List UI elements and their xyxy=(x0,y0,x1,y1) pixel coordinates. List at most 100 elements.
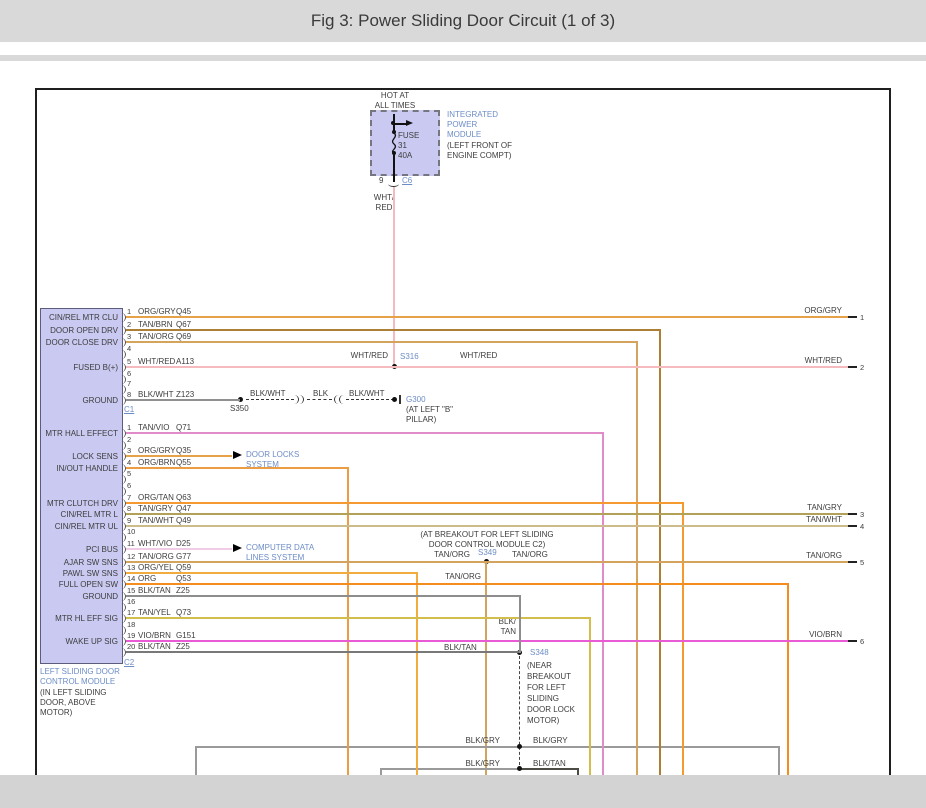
hot-at-all-times-label: HOT AT ALL TIMES xyxy=(374,91,416,110)
page-title: Fig 3: Power Sliding Door Circuit (1 of … xyxy=(310,11,616,30)
right-pin-1-wire-label: ORG/GRY xyxy=(804,306,842,315)
right-pin-3-wire-label: TAN/GRY xyxy=(807,503,842,512)
right-pin-1-tick xyxy=(848,316,857,318)
s349-right-wire-label: TAN/ORG xyxy=(512,550,548,559)
wire-c2-pin-20 xyxy=(126,651,520,653)
right-pin-6-tick xyxy=(848,640,857,642)
right-pin-5-tick xyxy=(848,561,857,563)
fuse-node-dot-bottom xyxy=(392,151,396,155)
wire-c2-pin-12 xyxy=(126,561,848,563)
c2-pin-7-function-label: MTR CLUTCH DRV xyxy=(47,499,118,508)
right-pin-2-wire-label: WHT/RED xyxy=(804,356,842,365)
c2-pin-15-function-label: GROUND xyxy=(82,592,118,601)
s348-splice-label: S348 xyxy=(530,648,549,657)
fuse-line-bottom xyxy=(393,154,395,177)
fuse-label: FUSE 31 40A xyxy=(398,131,420,160)
bottom-junction-dot-2 xyxy=(517,766,522,771)
c2-pin-16-number: 16 xyxy=(127,597,136,606)
ipm-wire-color-label: WHT/ RED xyxy=(373,193,395,212)
wire-c2-pin-1 xyxy=(126,432,604,434)
bottom-row2-left-label: BLK/GRY xyxy=(465,759,500,768)
right-pin-2-tick xyxy=(848,366,857,368)
right-pin-2-number: 2 xyxy=(860,363,865,372)
c1-connector-link[interactable]: C1 xyxy=(124,405,134,415)
ground-wire-dashed-1 xyxy=(246,399,294,400)
c1-pin-3-function-label: DOOR CLOSE DRV xyxy=(45,338,118,347)
c2-pin-bracket-icon xyxy=(120,487,126,496)
wire-c2-pin-7-vertical xyxy=(682,502,684,775)
c1-pin-bracket-icon xyxy=(120,350,126,359)
c2-pin-17-function-label: MTR HL EFF SIG xyxy=(55,614,118,623)
feed-arrow-head-icon xyxy=(406,120,413,126)
ipm-location-label: (LEFT FRONT OF ENGINE COMPT) xyxy=(447,141,513,160)
g300-location-label: (AT LEFT "B" PILLAR) xyxy=(406,405,454,424)
c2-pin-11-function-label: PCI BUS xyxy=(85,545,118,554)
door_locks-arrow-icon xyxy=(233,451,242,459)
s349-splice-label: S349 xyxy=(478,548,497,557)
c1-pin-2-function-label: DOOR OPEN DRV xyxy=(50,326,118,335)
s350-splice-label: S350 xyxy=(230,404,249,413)
c2-pin-8-function-label: CIN/REL MTR L xyxy=(60,510,119,519)
c1-pin-6-number: 6 xyxy=(127,369,132,378)
module-name-label: LEFT SLIDING DOOR CONTROL MODULE xyxy=(40,667,120,686)
c2-pin-9-function-label: CIN/REL MTR UL xyxy=(54,522,118,531)
ipm-name-label: INTEGRATED POWER MODULE xyxy=(447,110,498,139)
c1-pin-bracket-icon xyxy=(120,385,126,394)
ground-wire-dashed-2 xyxy=(307,399,332,400)
c2-connector-link[interactable]: C2 xyxy=(124,658,134,668)
bottom-margin xyxy=(0,775,926,808)
c2-pin-18-number: 18 xyxy=(127,620,136,629)
wire-blk-gry-1-stub-left xyxy=(195,746,197,775)
wire-c2-pin-14-vertical xyxy=(787,583,789,775)
bottom-row2-right-label: BLK/TAN xyxy=(533,759,566,768)
wire-c2-pin-11 xyxy=(126,548,232,550)
g300-ground-label: G300 xyxy=(406,395,426,404)
s316-left-wire-label: WHT/RED xyxy=(350,351,388,360)
wire-blk-gry-1-stub-right xyxy=(778,746,780,775)
s348-note-label: (NEAR BREAKOUT FOR LEFT SLIDING DOOR LOC… xyxy=(527,661,576,725)
c2-pin-5-number: 5 xyxy=(127,469,132,478)
right-pin-6-number: 6 xyxy=(860,637,865,646)
c2-pin-bracket-icon xyxy=(120,475,126,484)
c2-pin-6-number: 6 xyxy=(127,481,132,490)
ground-wire-dashed-3 xyxy=(346,399,394,400)
wire-c1-pin-5 xyxy=(126,366,848,368)
c2-pin-bracket-icon xyxy=(120,533,126,542)
c6-pin-number: 9 xyxy=(379,176,384,185)
right-pin-1-number: 1 xyxy=(860,313,865,322)
wire-c2-pin-3 xyxy=(126,455,232,457)
wire-c1-pin-8 xyxy=(126,399,240,401)
c1-pin-bracket-icon xyxy=(120,375,126,384)
c2-pin-13-function-label: PAWL SW SNS xyxy=(62,569,118,578)
bottom-junction-dot-1 xyxy=(517,744,522,749)
c2-pin-3-function-label: LOCK SENS xyxy=(72,452,118,461)
c2-pin-12-function-label: AJAR SW SNS xyxy=(63,558,118,567)
c2-pin-bracket-icon xyxy=(120,441,126,450)
right-pin-6-wire-label: VIO/BRN xyxy=(809,630,842,639)
wire-blk-tan-2-stub-right xyxy=(577,768,579,775)
wire-c1-pin-3 xyxy=(126,341,638,343)
ground-seg3-label: BLK/WHT xyxy=(349,389,385,398)
right-pin-3-number: 3 xyxy=(860,510,865,519)
ground-seg2-label: BLK xyxy=(313,389,329,398)
wire-c2-pin-9 xyxy=(126,525,848,527)
wire-c2-pin-1-vertical xyxy=(602,432,604,775)
wire-c2-pin-19 xyxy=(126,640,848,642)
title-bar: Fig 3: Power Sliding Door Circuit (1 of … xyxy=(0,0,926,42)
c6-connector-link[interactable]: C6 xyxy=(402,176,412,186)
wire-c2-pin-13-vertical xyxy=(416,572,418,775)
bottom-row1-right-label: BLK/GRY xyxy=(533,736,568,745)
c1-pin-5-function-label: FUSED B(+) xyxy=(73,363,118,372)
c1-pin-4-number: 4 xyxy=(127,344,132,353)
s316-right-wire-label: WHT/RED xyxy=(460,351,498,360)
fuse-node-dot-top xyxy=(392,130,396,134)
right-pin-4-wire-label: TAN/WHT xyxy=(806,515,842,524)
right-pin-5-number: 5 xyxy=(860,558,865,567)
wire-c1-pin-2 xyxy=(126,329,661,331)
header-divider xyxy=(0,55,926,61)
c2-pin-14-function-label: FULL OPEN SW xyxy=(58,580,118,589)
wire-c1-pin-2-vertical xyxy=(659,329,661,775)
s349-note-label: (AT BREAKOUT FOR LEFT SLIDING DOOR CONTR… xyxy=(420,530,554,549)
wire-c1-pin-1 xyxy=(126,316,848,318)
module-location-label: (IN LEFT SLIDING DOOR, ABOVE MOTOR) xyxy=(40,688,107,717)
